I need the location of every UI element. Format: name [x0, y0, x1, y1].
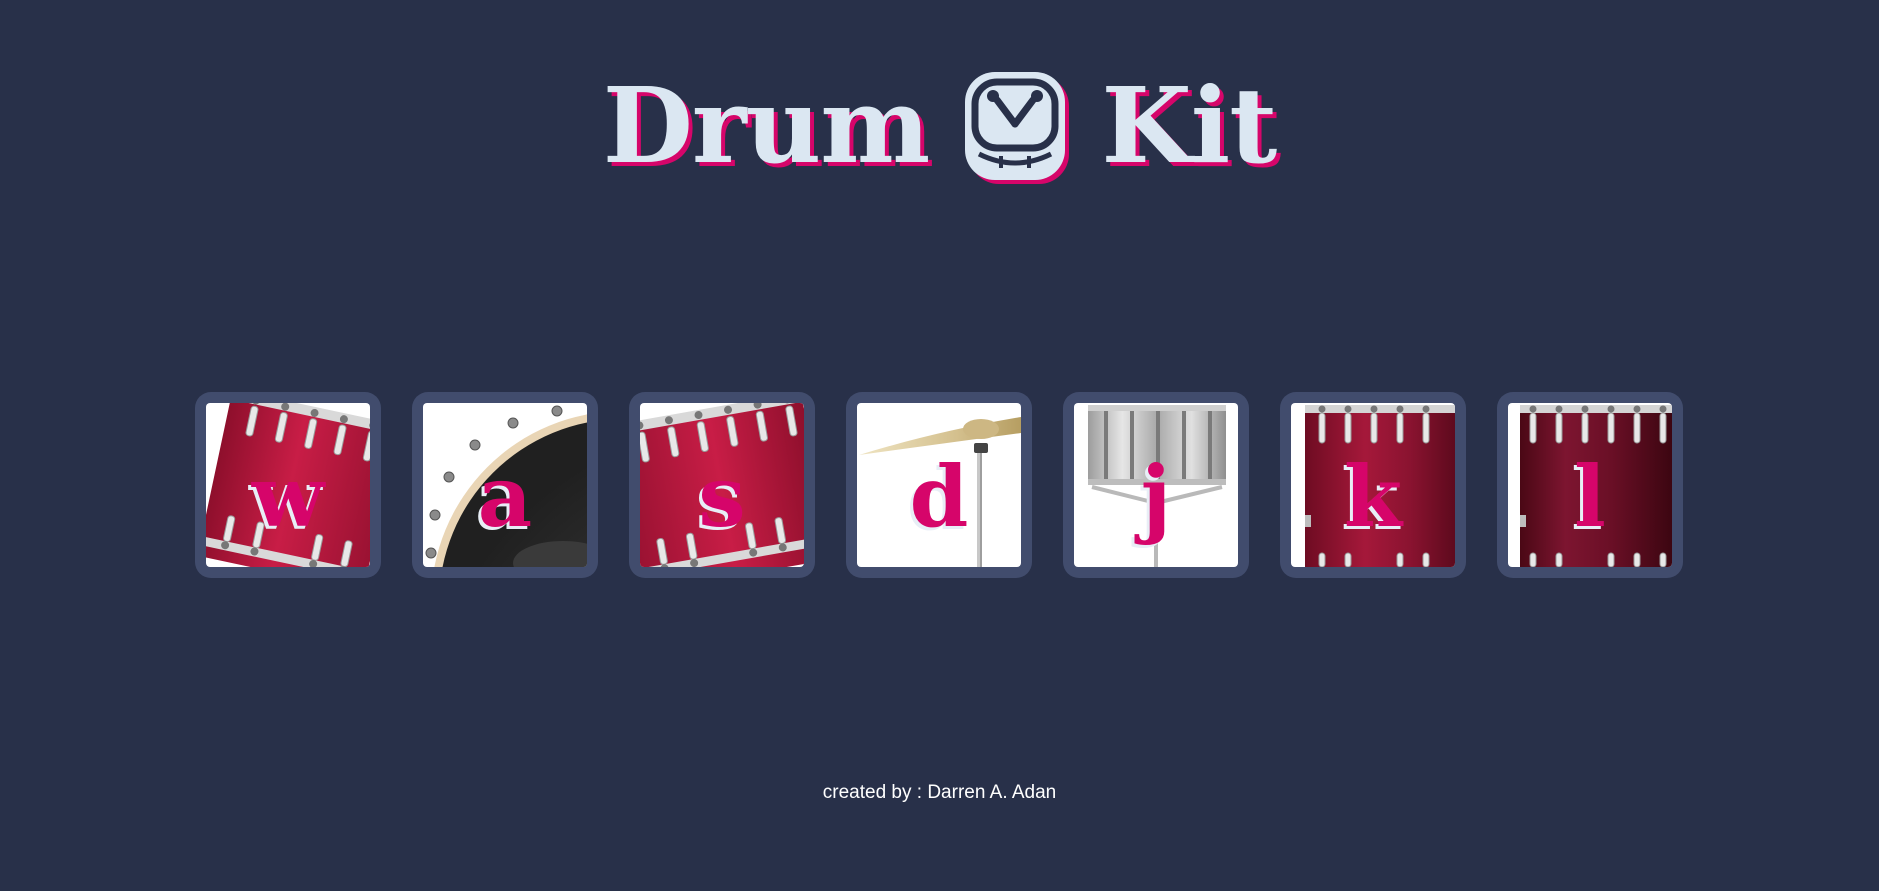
page-title: Drum Kit [0, 64, 1879, 188]
pad-key-label: w [251, 447, 325, 546]
drum-pad-j[interactable]: j [1063, 392, 1249, 578]
drum-pad-k[interactable]: k [1280, 392, 1466, 578]
drum-pad-face: d [857, 403, 1021, 567]
pad-key-label: k [1343, 447, 1403, 546]
drum-pad-w[interactable]: w [195, 392, 381, 578]
pad-key-label: j [1140, 447, 1172, 546]
pad-key-label: a [477, 447, 533, 546]
drum-pad-face: k [1291, 403, 1455, 567]
drum-icon [965, 72, 1066, 180]
title-word-drum: Drum [602, 64, 931, 187]
pad-key-label: l [1574, 447, 1606, 546]
title-word-kit: Kit [1101, 64, 1277, 187]
drum-pad-face: l [1508, 403, 1672, 567]
drum-pad-d[interactable]: d [846, 392, 1032, 578]
drum-pad-l[interactable]: l [1497, 392, 1683, 578]
pad-key-label: s [698, 447, 746, 546]
drum-pad-s[interactable]: s [629, 392, 815, 578]
footer-credit: created by : Darren A. Adan [822, 782, 1057, 803]
drum-pad-face: s [640, 403, 804, 567]
drum-pad-face: j [1074, 403, 1238, 567]
drum-pads: w a s d j k l [195, 392, 1683, 578]
drum-pad-a[interactable]: a [412, 392, 598, 578]
drum-pad-face: a [423, 403, 587, 567]
pad-key-label: d [909, 447, 969, 546]
drum-pad-face: w [206, 403, 370, 567]
